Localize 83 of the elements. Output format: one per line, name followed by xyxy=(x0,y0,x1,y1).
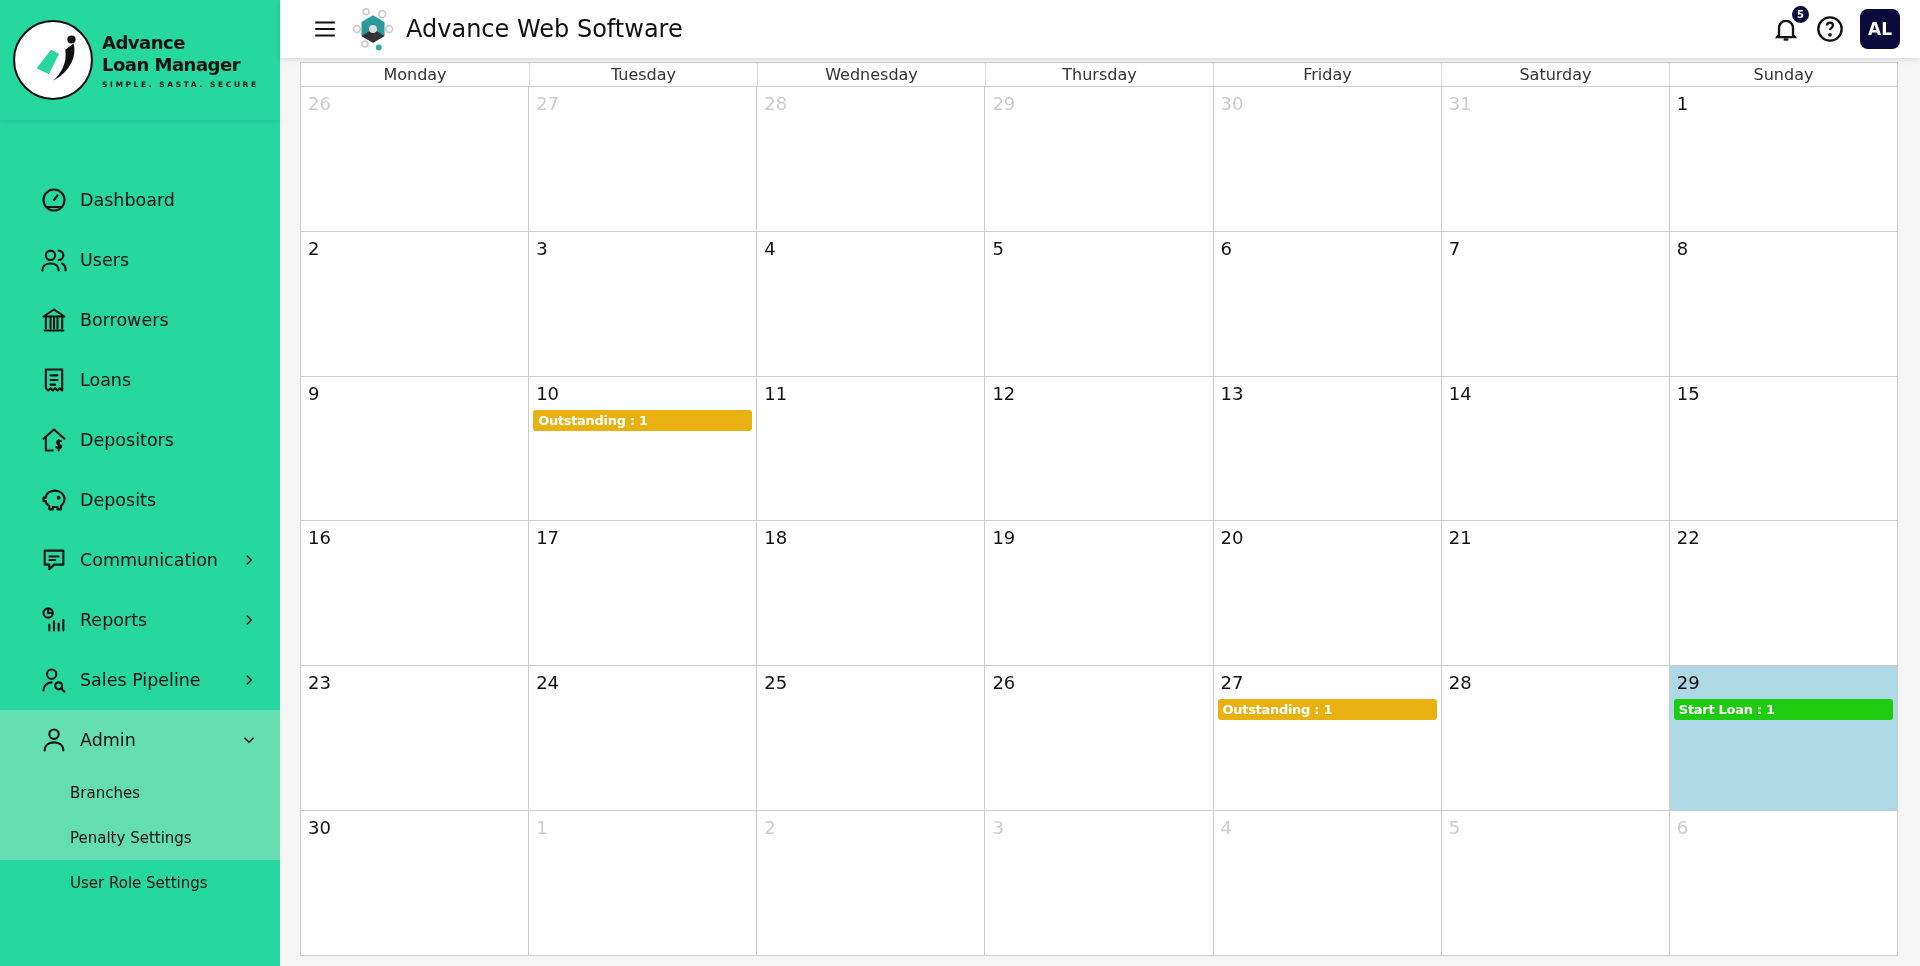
day-number: 15 xyxy=(1675,382,1700,404)
notification-badge: 5 xyxy=(1792,6,1809,23)
user-search-icon xyxy=(40,666,68,694)
house-dollar-icon xyxy=(40,426,68,454)
day-number: 13 xyxy=(1219,382,1244,404)
day-number: 8 xyxy=(1675,237,1689,259)
day-cell[interactable]: 9 xyxy=(301,376,530,522)
sidebar-item[interactable]: Borrowers xyxy=(0,290,280,350)
day-cell[interactable]: 13 xyxy=(1213,376,1442,522)
day-number: 9 xyxy=(307,382,320,404)
sidebar-item[interactable]: Users xyxy=(0,230,280,290)
day-cell[interactable]: 3 xyxy=(529,231,758,377)
day-number: 22 xyxy=(1675,527,1700,549)
day-cell[interactable]: 1 xyxy=(1669,87,1898,232)
day-number: 25 xyxy=(763,672,788,694)
day-cell[interactable]: 4 xyxy=(757,231,986,377)
day-number: 27 xyxy=(1219,672,1244,694)
submenu-item[interactable]: User Role Settings xyxy=(0,860,280,905)
day-cell[interactable]: 17 xyxy=(529,521,758,667)
logo-icon xyxy=(12,19,94,101)
day-number: 11 xyxy=(763,382,788,404)
day-number: 29 xyxy=(1675,672,1700,694)
day-cell[interactable]: 10 Outstanding : 1 xyxy=(529,376,758,522)
day-cell[interactable]: 15 xyxy=(1669,376,1898,522)
app-title: Advance Web Software xyxy=(406,15,683,43)
day-number: 14 xyxy=(1447,382,1472,404)
day-cell[interactable]: 12 xyxy=(985,376,1214,522)
day-cell[interactable]: 6 xyxy=(1213,231,1442,377)
day-cell[interactable]: 28 xyxy=(1441,666,1670,812)
day-number: 12 xyxy=(991,382,1016,404)
day-number: 28 xyxy=(1447,672,1472,694)
day-number: 23 xyxy=(307,672,331,694)
sidebar-item[interactable]: Communication xyxy=(0,530,280,590)
logo-name: Loan Manager xyxy=(102,53,242,76)
day-cell[interactable]: 29 Start Loan : 1 xyxy=(1669,666,1898,812)
day-number: 19 xyxy=(991,527,1016,549)
day-cell[interactable]: 21 xyxy=(1441,521,1670,667)
day-cell[interactable]: 5 xyxy=(985,231,1214,377)
day-number: 3 xyxy=(535,237,548,259)
day-cell[interactable]: 2 xyxy=(301,231,530,377)
day-cell[interactable]: 11 xyxy=(757,376,986,522)
day-number: 1 xyxy=(1675,93,1689,114)
bank-icon xyxy=(40,306,68,334)
day-cell[interactable]: 19 xyxy=(985,521,1214,667)
day-number: 21 xyxy=(1447,527,1472,549)
sidebar-item[interactable]: Admin xyxy=(0,710,280,770)
sidebar-item[interactable]: Deposits xyxy=(0,470,280,530)
day-number: 30 xyxy=(307,817,331,839)
weekday-header: Monday xyxy=(382,64,448,86)
sidebar-item[interactable]: Loans xyxy=(0,350,280,410)
sidebar-item[interactable]: Sales Pipeline xyxy=(0,650,280,710)
day-cell[interactable]: 16 xyxy=(301,521,530,667)
day-number: 6 xyxy=(1219,237,1232,259)
day-cell[interactable]: 8 xyxy=(1669,231,1898,377)
day-number: 4 xyxy=(763,237,776,259)
hexagon-logo-icon xyxy=(350,6,396,52)
day-number: 24 xyxy=(535,672,560,694)
day-cell[interactable]: 27 Outstanding : 1 xyxy=(1213,666,1442,812)
day-number: 10 xyxy=(535,382,560,404)
day-number: 7 xyxy=(1447,237,1461,259)
day-number: 5 xyxy=(991,237,1004,259)
day-number: 26 xyxy=(991,672,1016,694)
avatar[interactable]: AL xyxy=(1860,9,1900,49)
day-number: 20 xyxy=(1219,527,1244,549)
day-cell[interactable]: 23 xyxy=(301,666,530,812)
day-number: 18 xyxy=(763,527,788,549)
sidebar-item[interactable]: Reports xyxy=(0,590,280,650)
day-cell[interactable]: 14 xyxy=(1441,376,1670,522)
day-cell[interactable]: 18 xyxy=(757,521,986,667)
day-cell[interactable]: 25 xyxy=(757,666,986,812)
help-icon[interactable] xyxy=(1816,15,1844,43)
day-number: 16 xyxy=(307,527,331,549)
day-number: 2 xyxy=(307,237,320,259)
gauge-icon xyxy=(40,186,68,214)
day-cell[interactable]: 30 xyxy=(301,811,530,956)
day-number: 17 xyxy=(535,527,560,549)
day-cell[interactable]: 7 xyxy=(1441,231,1670,377)
sidebar-item[interactable]: Depositors xyxy=(0,410,280,470)
day-cell[interactable]: 20 xyxy=(1213,521,1442,667)
day-cell[interactable]: 26 xyxy=(985,666,1214,812)
logo-name: Advance xyxy=(102,31,186,54)
day-cell[interactable]: 24 xyxy=(529,666,758,812)
sidebar-item[interactable]: Dashboard xyxy=(0,170,280,230)
